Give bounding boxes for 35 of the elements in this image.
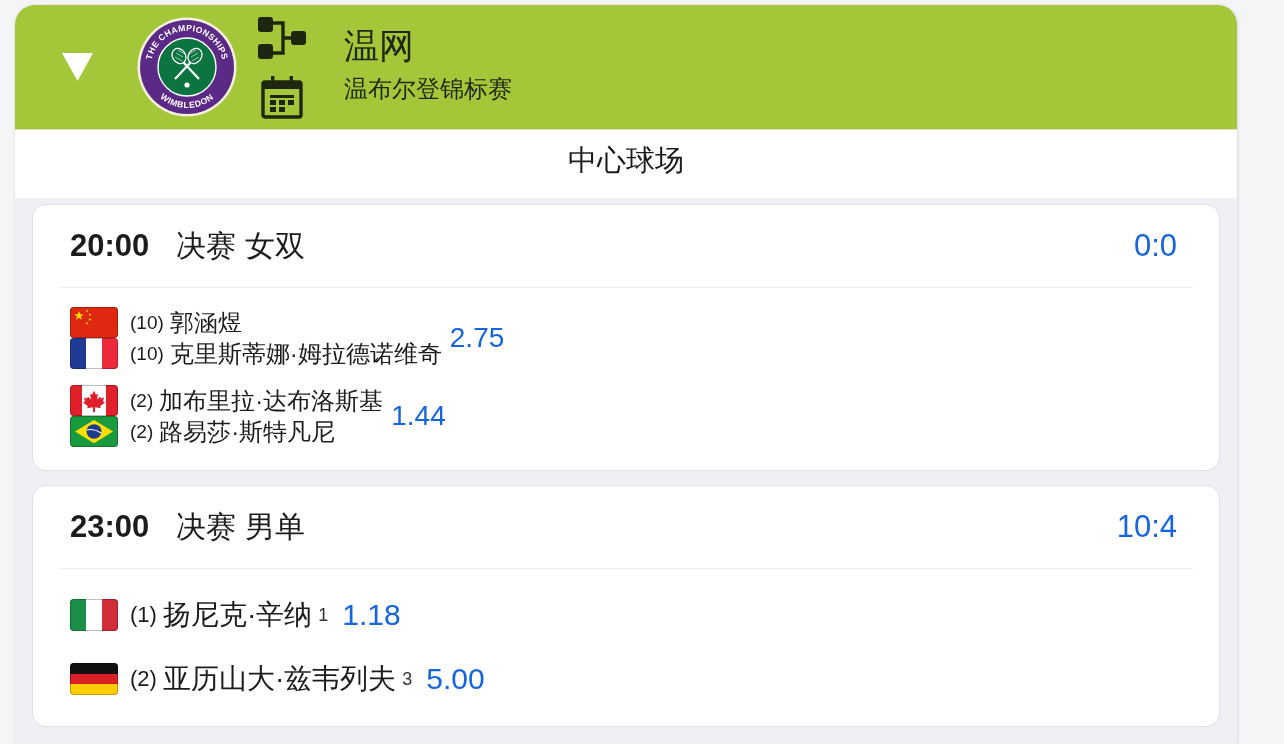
player-name: 加布里拉·达布洛斯基 xyxy=(159,385,384,416)
player-name: 亚历山大·兹韦列夫 xyxy=(162,662,397,696)
calendar-icon[interactable] xyxy=(261,76,303,119)
player-name: 扬尼克·辛纳 xyxy=(162,598,313,632)
player-name: 克里斯蒂娜·姆拉德诺维奇 xyxy=(169,338,442,369)
sets-won: 3 xyxy=(402,668,413,690)
brazil-flag-icon xyxy=(70,416,118,447)
venue-name: 中心球场 xyxy=(568,143,684,178)
match-time: 20:00 xyxy=(70,228,150,264)
seed-number: (10) xyxy=(130,342,164,365)
sets-won: 1 xyxy=(318,604,329,626)
match-time: 23:00 xyxy=(70,509,150,545)
seed-number: (2) xyxy=(130,389,154,412)
tournament-subtitle: 温布尔登锦标赛 xyxy=(344,74,512,104)
match-score: 0:0 xyxy=(1133,228,1177,264)
bracket-icon[interactable] xyxy=(258,17,306,59)
seed-number: (2) xyxy=(130,666,157,692)
seed-number: (10) xyxy=(130,311,164,334)
seed-number: (1) xyxy=(130,602,157,628)
tournament-title: 温网 xyxy=(344,25,415,67)
match-title: 决赛 女双 xyxy=(176,227,305,264)
odds-value[interactable]: 1.44 xyxy=(391,400,446,432)
player-name: 郭涵煜 xyxy=(169,307,242,338)
france-flag-icon xyxy=(70,338,118,369)
china-flag-icon xyxy=(70,307,118,338)
odds-value[interactable]: 1.18 xyxy=(342,598,401,632)
odds-value[interactable]: 5.00 xyxy=(426,662,485,696)
italy-flag-icon xyxy=(70,599,118,631)
match-score: 10:4 xyxy=(1116,509,1177,545)
match-title: 决赛 男单 xyxy=(176,508,305,545)
seed-number: (2) xyxy=(130,420,154,443)
player-name: 路易莎·斯特凡尼 xyxy=(159,416,336,447)
germany-flag-icon xyxy=(70,663,118,695)
canada-flag-icon xyxy=(70,385,118,416)
odds-value[interactable]: 2.75 xyxy=(449,322,505,354)
